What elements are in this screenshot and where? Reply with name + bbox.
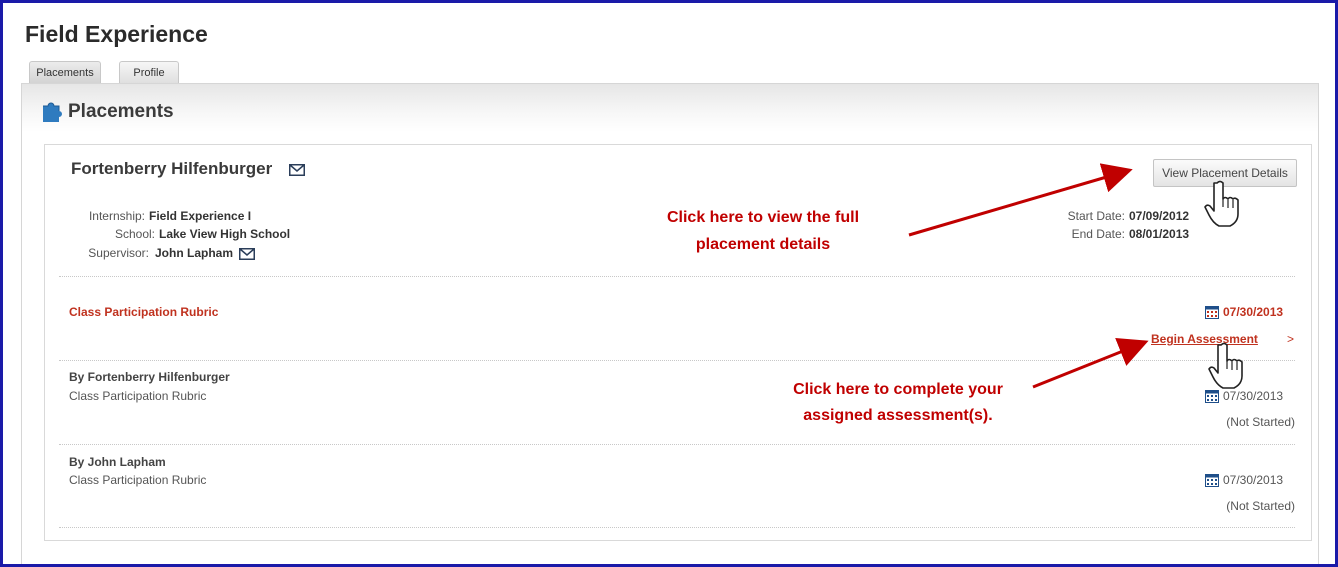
list-item-sub: Class Participation Rubric <box>69 389 207 403</box>
calendar-icon <box>1205 474 1219 487</box>
start-date-label: Start Date: <box>1067 209 1125 223</box>
chevron-right-icon: > <box>1287 332 1295 346</box>
supervisor-value: John Lapham <box>155 246 234 260</box>
internship-value: Field Experience I <box>149 209 252 223</box>
divider <box>59 276 1295 277</box>
school-value: Lake View High School <box>159 227 291 241</box>
end-date-value: 08/01/2013 <box>1129 227 1190 241</box>
school-label: School: <box>114 227 155 241</box>
hand-pointer-icon <box>1204 180 1239 227</box>
hand-pointer-icon <box>1208 342 1243 389</box>
panel-header: Placements <box>22 84 1318 132</box>
list-item-by: By John Lapham <box>69 455 166 469</box>
panel-title: Placements <box>68 101 174 122</box>
student-name: Fortenberry Hilfenburger <box>71 159 273 178</box>
page-title: Field Experience <box>25 21 208 47</box>
supervisor-mail-icon[interactable] <box>239 248 255 260</box>
divider <box>59 360 1295 361</box>
annotation-assess-line2: assigned assessment(s). <box>803 407 993 424</box>
list-item-status: (Not Started) <box>1226 499 1295 513</box>
calendar-icon <box>1205 306 1219 319</box>
placement-card: Fortenberry Hilfenburger Internship: Fie… <box>44 144 1312 541</box>
internship-label: Internship: <box>88 209 145 223</box>
calendar-icon <box>1205 390 1219 403</box>
supervisor-label: Supervisor: <box>88 246 149 260</box>
divider <box>59 527 1295 528</box>
start-date-value: 07/09/2012 <box>1129 209 1190 223</box>
list-item-by: By Fortenberry Hilfenburger <box>69 370 230 384</box>
end-date-label: End Date: <box>1071 227 1125 241</box>
tab-placements[interactable]: Placements <box>29 61 101 84</box>
assessment-title[interactable]: Class Participation Rubric <box>69 305 218 319</box>
list-item-status: (Not Started) <box>1226 415 1295 429</box>
list-item-date: 07/30/2013 <box>1223 473 1284 487</box>
mail-icon[interactable] <box>289 164 305 176</box>
app-frame: Field Experience Placements Profile Plac… <box>0 0 1338 567</box>
puzzle-icon <box>43 102 62 122</box>
list-item-date: 07/30/2013 <box>1223 389 1284 403</box>
annotation-details-line2: placement details <box>695 236 831 253</box>
annotation-assess-line1: Click here to complete your <box>793 381 1003 398</box>
divider <box>59 444 1295 445</box>
placements-panel: Placements Fortenberry Hilfenburger Inte… <box>21 83 1319 564</box>
list-item-sub: Class Participation Rubric <box>69 473 207 487</box>
annotation-details-line1: Click here to view the full <box>666 209 860 226</box>
assessment-due-date: 07/30/2013 <box>1223 305 1284 319</box>
tab-profile[interactable]: Profile <box>119 61 179 84</box>
